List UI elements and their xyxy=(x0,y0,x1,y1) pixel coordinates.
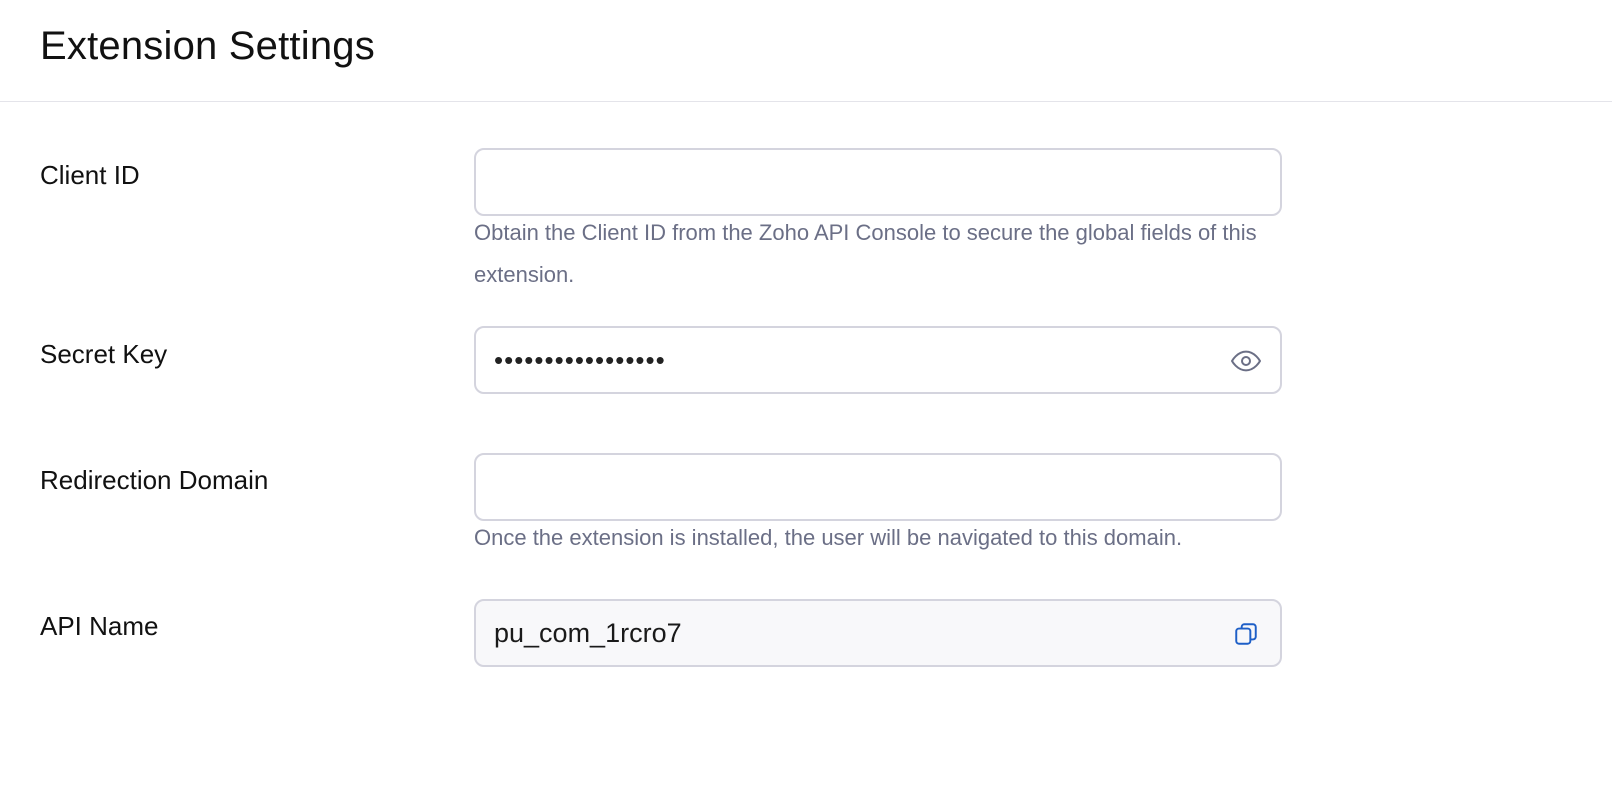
client-id-field-wrapper xyxy=(474,148,1282,216)
api-name-label: API Name xyxy=(40,611,159,641)
secret-key-masked-value: ••••••••••••••••• xyxy=(494,345,666,375)
client-id-label: Client ID xyxy=(40,160,140,190)
redirection-domain-input[interactable] xyxy=(476,455,1280,519)
api-name-field: pu_com_1rcro7 xyxy=(474,599,1282,667)
settings-form: Client ID Obtain the Client ID from the … xyxy=(0,102,1612,789)
secret-key-label: Secret Key xyxy=(40,339,168,369)
redirection-domain-label: Redirection Domain xyxy=(40,465,269,495)
redirection-domain-hint: Once the extension is installed, the use… xyxy=(474,525,1183,550)
copy-icon[interactable] xyxy=(1228,616,1264,652)
redirection-domain-field-wrapper xyxy=(474,453,1282,521)
client-id-input[interactable] xyxy=(476,150,1280,214)
client-id-hint: Obtain the Client ID from the Zoho API C… xyxy=(474,220,1257,287)
api-name-value: pu_com_1rcro7 xyxy=(494,618,682,648)
page-header: Extension Settings xyxy=(0,0,1612,102)
secret-key-field[interactable]: ••••••••••••••••• xyxy=(474,326,1282,394)
page-title: Extension Settings xyxy=(40,24,375,68)
eye-icon[interactable] xyxy=(1228,343,1264,379)
